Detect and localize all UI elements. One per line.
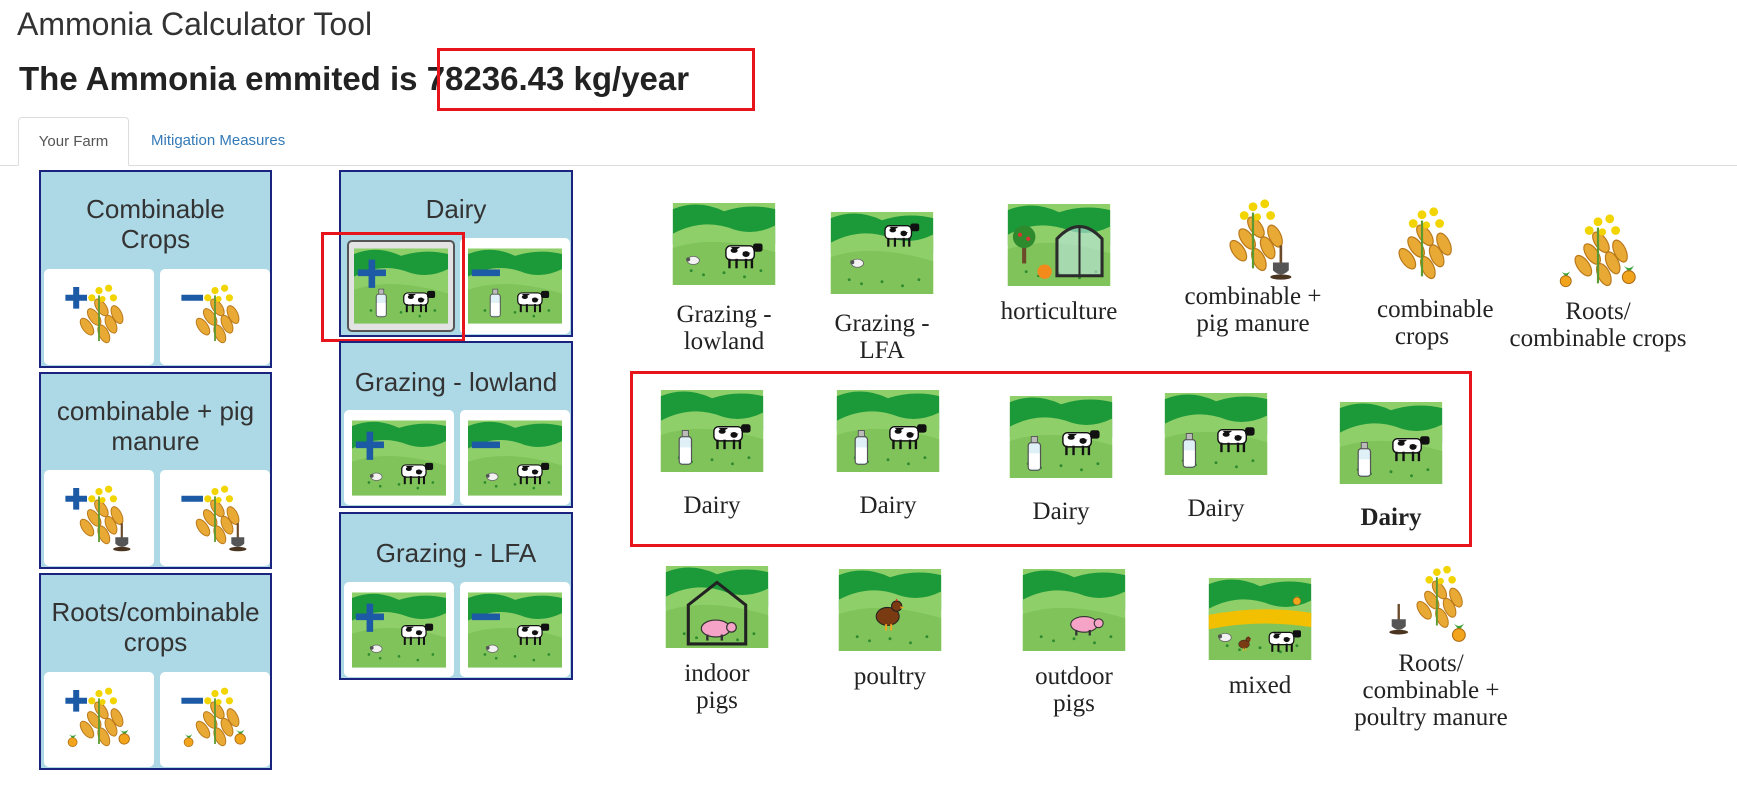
grazing-lfa-icon	[830, 212, 934, 294]
add-grazing-lfa-button[interactable]	[344, 582, 454, 677]
remove-combinable-pig-manure-button[interactable]	[160, 470, 270, 566]
gallery-item-combinable-pig-manure[interactable]: combinable + pig manure	[1168, 195, 1338, 337]
add-grazing-lowland-button[interactable]	[344, 410, 454, 505]
horticulture-icon	[1007, 204, 1111, 286]
tab-mitigation-measures[interactable]: Mitigation Measures	[151, 117, 285, 165]
remove-roots-combinable-crops-button[interactable]	[160, 672, 270, 767]
crops-icon	[1377, 203, 1467, 291]
add-combinable-crops-button[interactable]	[44, 269, 154, 365]
add-combinable-pig-manure-button[interactable]	[44, 470, 154, 566]
gallery-item-poultry[interactable]: poultry	[805, 569, 975, 690]
roots-crops-plus-icon	[65, 684, 130, 756]
gallery-label: indoor pigs	[684, 660, 750, 714]
gallery-label: Grazing - lowland	[676, 301, 772, 355]
crops-manure-icon	[1208, 195, 1292, 280]
crops-plus-icon	[65, 281, 142, 353]
panel-title: Combinable Crops	[86, 194, 225, 254]
gallery-label: combinable + pig manure	[1184, 283, 1322, 337]
remove-dairy-button[interactable]	[460, 238, 570, 334]
panel-roots-combinable-crops: Roots/combinable crops	[39, 573, 272, 770]
gallery-label: mixed	[1228, 672, 1292, 699]
poultry-icon	[838, 569, 942, 651]
gallery-label: combinable crops	[1377, 296, 1494, 350]
gallery-item-indoor-pigs[interactable]: indoor pigs	[632, 566, 802, 714]
tab-your-farm[interactable]: Your Farm	[18, 117, 129, 166]
roots-crops-minus-icon	[181, 684, 246, 756]
grazing-lfa-minus-icon	[468, 592, 562, 668]
panel-title: combinable + pig manure	[56, 396, 255, 456]
value-highlight-box	[437, 48, 755, 111]
result-prefix: The Ammonia emmited is	[19, 60, 418, 97]
gallery-label: poultry	[853, 663, 927, 690]
gallery-item-grazing-lfa[interactable]: Grazing - LFA	[797, 212, 967, 364]
roots-poultry-manure-icon	[1389, 564, 1466, 642]
gallery-item-roots-poultry-manure[interactable]: Roots/ combinable + poultry manure	[1346, 562, 1516, 731]
mixed-icon	[1208, 578, 1312, 660]
grazing-lowland-plus-icon	[352, 420, 446, 496]
add-dairy-highlight-box	[321, 232, 465, 342]
grazing-lowland-icon	[672, 203, 776, 285]
gallery-label: Roots/ combinable crops	[1509, 298, 1687, 352]
remove-grazing-lowland-button[interactable]	[460, 410, 570, 505]
crops-manure-plus-icon	[65, 482, 131, 552]
indoor-pigs-icon	[665, 566, 769, 648]
gallery-item-grazing-lowland[interactable]: Grazing - lowland	[639, 203, 809, 355]
app-title: Ammonia Calculator Tool	[17, 6, 373, 42]
panel-title: Dairy	[425, 194, 487, 224]
tab-bar: Your Farm Mitigation Measures	[0, 117, 1737, 166]
panel-grazing-lowland: Grazing - lowland	[339, 341, 573, 508]
remove-combinable-crops-button[interactable]	[160, 269, 270, 365]
gallery-item-outdoor-pigs[interactable]: outdoor pigs	[989, 569, 1159, 717]
gallery-item-horticulture[interactable]: horticulture	[974, 204, 1144, 325]
gallery-item-roots-combinable-crops[interactable]: Roots/ combinable crops	[1508, 210, 1688, 352]
gallery-label: Roots/ combinable + poultry manure	[1354, 650, 1508, 731]
remove-grazing-lfa-button[interactable]	[460, 582, 570, 677]
crops-minus-icon	[181, 281, 258, 353]
add-roots-combinable-crops-button[interactable]	[44, 672, 154, 767]
panel-title: Grazing - LFA	[375, 538, 537, 568]
dairy-row-highlight-box	[630, 371, 1472, 547]
panel-combinable-crops: Combinable Crops	[39, 170, 272, 368]
outdoor-pigs-icon	[1022, 569, 1126, 651]
gallery-item-mixed[interactable]: mixed	[1175, 578, 1345, 699]
grazing-lowland-minus-icon	[468, 420, 562, 496]
gallery-item-combinable-crops[interactable]: combinable crops	[1337, 203, 1507, 350]
gallery-label: outdoor pigs	[1035, 663, 1113, 717]
panel-title: Roots/combinable crops	[51, 597, 260, 657]
panel-title: Grazing - lowland	[354, 367, 558, 397]
roots-crops-icon	[1559, 210, 1636, 298]
gallery-label: Grazing - LFA	[834, 310, 930, 364]
gallery-label: horticulture	[1000, 298, 1118, 325]
panel-combinable-pig-manure: combinable + pig manure	[39, 372, 272, 569]
crops-manure-minus-icon	[181, 482, 247, 552]
grazing-lfa-plus-icon	[352, 592, 446, 668]
dairy-minus-icon	[468, 248, 562, 324]
panel-grazing-lfa: Grazing - LFA	[339, 512, 573, 680]
